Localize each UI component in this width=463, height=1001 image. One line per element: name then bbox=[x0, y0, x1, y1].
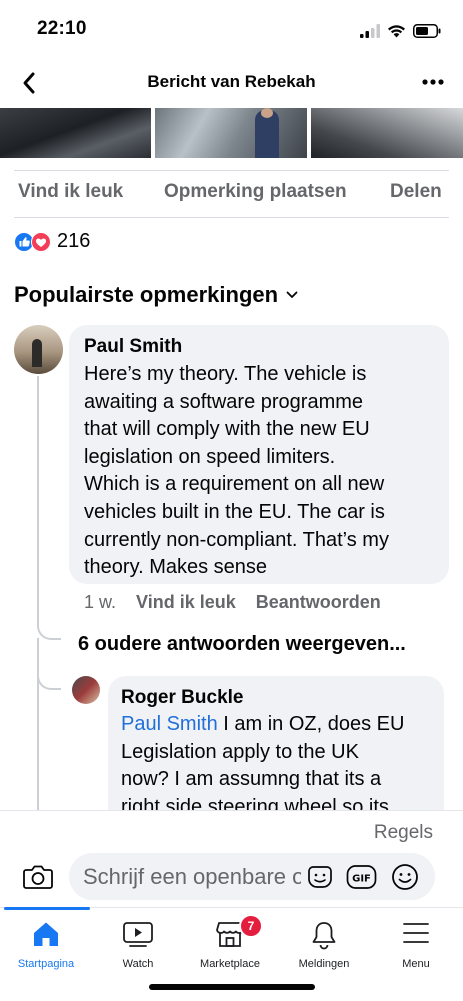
reply-line: Legislation apply to the UK bbox=[121, 740, 359, 763]
comment-line: theory. Makes sense bbox=[84, 556, 268, 579]
avatar[interactable] bbox=[72, 676, 100, 704]
reply-line: Paul Smith I am in OZ, does EU bbox=[121, 711, 441, 739]
watch-icon bbox=[123, 922, 153, 947]
sticker-icon bbox=[308, 866, 332, 888]
comment-text: Here’s my theory. The vehicle is awaitin… bbox=[84, 361, 446, 582]
tab-home[interactable]: Startpagina bbox=[0, 908, 92, 978]
reply-line: now? I am assumng that its a bbox=[121, 768, 382, 791]
comment-bubble[interactable]: Paul Smith Here’s my theory. The vehicle… bbox=[69, 325, 449, 584]
comment-line: Which is a requirement on all new bbox=[84, 473, 385, 496]
reply-bubble[interactable]: Roger Buckle Paul Smith I am in OZ, does… bbox=[108, 676, 444, 826]
tab-label: Watch bbox=[122, 958, 154, 970]
comment-line: legislation on speed limiters. bbox=[84, 445, 336, 468]
page-title: Bericht van Rebekah bbox=[147, 72, 316, 91]
rules-link[interactable]: Regels bbox=[374, 822, 433, 844]
tab-notifications[interactable]: Meldingen bbox=[278, 908, 370, 978]
avatar[interactable] bbox=[14, 325, 63, 374]
comment-input-wrapper: GIF bbox=[69, 853, 435, 900]
like-button[interactable]: Vind ik leuk bbox=[18, 181, 123, 203]
chevron-down-icon bbox=[286, 291, 298, 298]
battery-icon bbox=[413, 24, 441, 38]
thread-connector bbox=[37, 610, 61, 640]
comment-line: that will comply with the new EU bbox=[84, 418, 370, 441]
status-time: 22:10 bbox=[37, 18, 87, 39]
status-icons bbox=[360, 20, 441, 42]
bell-icon bbox=[312, 922, 336, 950]
reply-text: Paul Smith I am in OZ, does EU Legislati… bbox=[121, 711, 441, 821]
svg-text:GIF: GIF bbox=[352, 874, 371, 885]
emoji-icon bbox=[392, 864, 418, 890]
camera-button[interactable] bbox=[21, 861, 55, 893]
reactions-summary[interactable]: 216 bbox=[14, 230, 90, 253]
comment-like-button[interactable]: Vind ik leuk bbox=[136, 592, 236, 613]
tab-label: Marketplace bbox=[200, 958, 260, 970]
notification-badge: 7 bbox=[239, 914, 263, 938]
comment-line: currently non-compliant. That’s my bbox=[84, 528, 389, 551]
more-options-button[interactable] bbox=[419, 70, 447, 94]
reaction-count: 216 bbox=[57, 230, 91, 252]
tab-label: Meldingen bbox=[298, 958, 350, 970]
active-tab-indicator bbox=[4, 907, 90, 910]
tab-watch[interactable]: Watch bbox=[92, 908, 184, 978]
reply-author[interactable]: Roger Buckle bbox=[121, 687, 243, 709]
gif-button[interactable]: GIF bbox=[346, 864, 378, 890]
show-older-replies-link[interactable]: 6 oudere antwoorden weergeven... bbox=[78, 633, 406, 656]
comment-sort-dropdown[interactable]: Populairste opmerkingen bbox=[14, 282, 298, 308]
signal-icon bbox=[360, 24, 380, 38]
comment-input[interactable] bbox=[83, 853, 301, 900]
sticker-button[interactable] bbox=[305, 863, 335, 891]
post-photo-1[interactable] bbox=[0, 108, 151, 158]
home-icon bbox=[34, 922, 58, 946]
comment-button[interactable]: Opmerking plaatsen bbox=[164, 181, 347, 203]
menu-icon bbox=[403, 923, 429, 943]
tab-label: Menu bbox=[402, 958, 430, 970]
thread-line bbox=[37, 376, 39, 626]
thread-connector bbox=[37, 660, 61, 690]
comment-meta: 1 w. Vind ik leuk Beantwoorden bbox=[84, 592, 381, 613]
section-title: Populairste opmerkingen bbox=[14, 282, 279, 307]
tab-menu[interactable]: Menu bbox=[370, 908, 462, 978]
comment-time: 1 w. bbox=[84, 592, 117, 612]
camera-icon bbox=[23, 865, 53, 889]
tab-label: Startpagina bbox=[17, 958, 75, 970]
wifi-icon bbox=[388, 25, 405, 38]
comment-author[interactable]: Paul Smith bbox=[84, 336, 182, 358]
post-photo-2[interactable] bbox=[155, 108, 307, 158]
tab-marketplace[interactable]: 7 Marketplace bbox=[184, 908, 276, 978]
post-photo-3[interactable] bbox=[311, 108, 463, 158]
comment-line: awaiting a software programme bbox=[84, 390, 364, 413]
home-indicator[interactable] bbox=[149, 984, 315, 990]
share-button[interactable]: Delen bbox=[390, 181, 442, 203]
comment-line: Here’s my theory. The vehicle is bbox=[84, 363, 367, 385]
gif-icon: GIF bbox=[346, 865, 377, 889]
comment-reply-button[interactable]: Beantwoorden bbox=[256, 592, 381, 613]
emoji-button[interactable] bbox=[390, 862, 420, 892]
reply-line-text: I am in OZ, does EU bbox=[217, 713, 405, 735]
divider bbox=[14, 217, 449, 218]
more-dots-icon bbox=[422, 79, 444, 85]
comment-line: vehicles built in the EU. The car is bbox=[84, 500, 385, 523]
mention-link[interactable]: Paul Smith bbox=[121, 713, 218, 735]
divider bbox=[14, 170, 449, 171]
love-reaction-icon bbox=[31, 231, 51, 252]
